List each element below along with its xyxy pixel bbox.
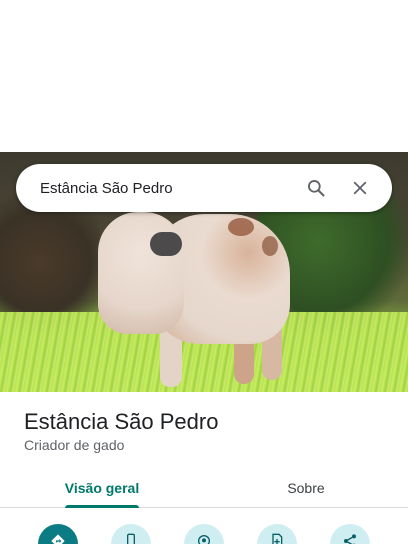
tab-about-label: Sobre: [287, 479, 325, 496]
search-bar[interactable]: Estância São Pedro: [16, 164, 392, 212]
clear-search-button[interactable]: [342, 170, 378, 206]
cow-head: [98, 212, 184, 334]
search-button[interactable]: [298, 170, 334, 206]
nearby-icon: [198, 535, 210, 544]
directions-button[interactable]: [38, 524, 78, 544]
active-tab-indicator: [65, 505, 139, 508]
cow-spot: [228, 218, 254, 236]
tab-overview-label: Visão geral: [64, 479, 140, 496]
action-buttons-row: [0, 522, 408, 544]
nearby-button[interactable]: [184, 524, 224, 544]
save-icon: [272, 533, 283, 544]
search-icon: [308, 180, 325, 197]
place-title: Estância São Pedro: [24, 409, 219, 434]
share-icon: [344, 534, 356, 544]
photo-background-trees-left: [0, 192, 100, 332]
share-button[interactable]: [330, 524, 370, 544]
tab-about[interactable]: Sobre: [204, 468, 408, 507]
phone-icon: [127, 533, 135, 544]
close-icon: [353, 181, 367, 195]
save-button[interactable]: [257, 524, 297, 544]
cow-spot: [262, 236, 278, 256]
search-query-text[interactable]: Estância São Pedro: [40, 180, 298, 197]
cow-nose: [150, 232, 182, 256]
place-category: Criador de gado: [24, 437, 125, 453]
map-area-blank: [0, 0, 408, 152]
tab-overview[interactable]: Visão geral: [0, 468, 204, 508]
call-button[interactable]: [111, 524, 151, 544]
directions-icon: [51, 534, 65, 544]
place-tabs: Visão geral Sobre: [0, 468, 408, 508]
